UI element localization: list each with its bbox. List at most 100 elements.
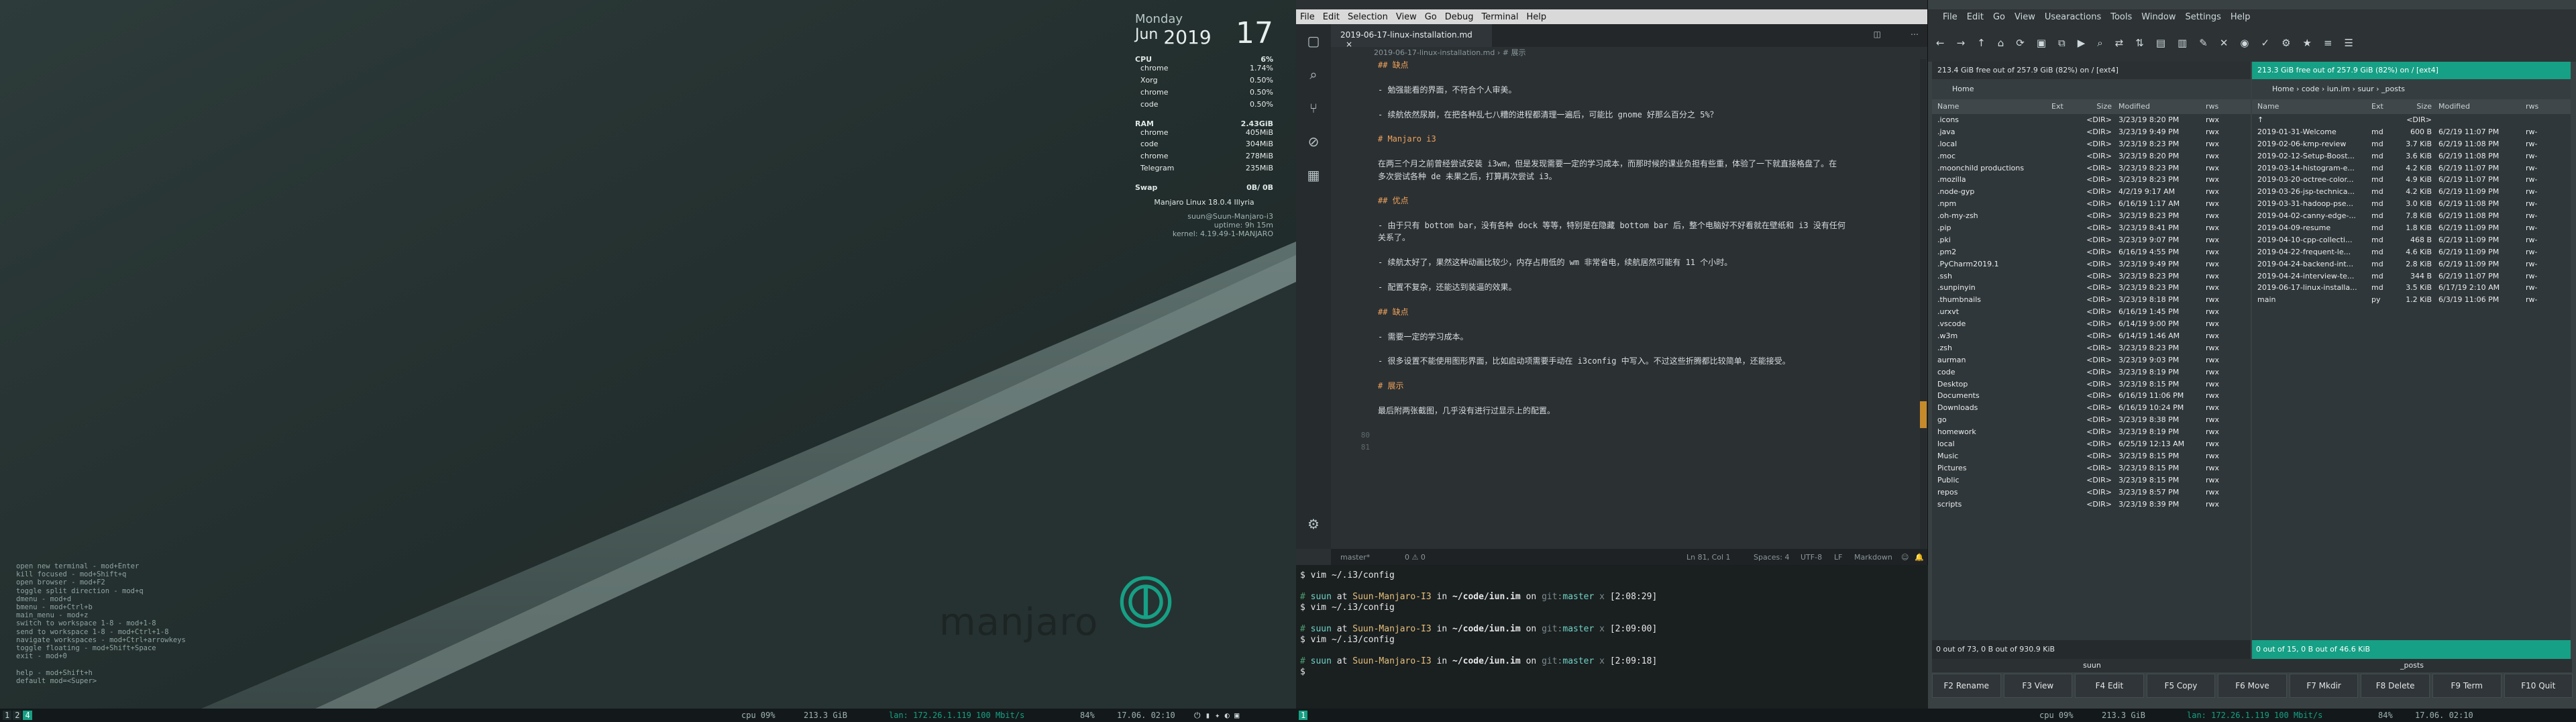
column-header-rws[interactable]: rws xyxy=(2206,99,2239,114)
breadcrumb[interactable]: 2019-06-17-linux-installation.md › # 展示 xyxy=(1331,47,1927,59)
left-drive-info[interactable]: 213.4 GiB free out of 257.9 GiB (82%) on… xyxy=(1932,62,2251,79)
code-line[interactable] xyxy=(1378,393,1915,405)
menu-item-terminal[interactable]: Terminal xyxy=(1482,12,1519,22)
bookmark-icon[interactable]: ★ xyxy=(2303,37,2312,49)
file-row[interactable]: code <DIR> 3/23/19 8:19 PM rwx xyxy=(1932,366,2251,378)
file-row[interactable]: 2019-03-31-hadoop-pse... md 3.0 KiB 6/2/19 … xyxy=(2252,198,2571,210)
code-line[interactable] xyxy=(1378,417,1915,429)
column-header-modified[interactable]: Modified xyxy=(2438,99,2526,114)
fm-menu-help[interactable]: Help xyxy=(2231,12,2251,22)
left-path[interactable]: Home xyxy=(1932,79,2251,99)
code-line[interactable]: - 勉强能看的界面，不符合个人审美。 xyxy=(1378,84,1915,96)
menu-item-selection[interactable]: Selection xyxy=(1348,12,1388,22)
code-line[interactable]: - 很多设置不能使用图形界面，比如启动项需要手动在 i3config 中写入。不… xyxy=(1378,355,1915,367)
code-line[interactable]: - 续航依然尿崩，在把各种乱七八糟的进程都清理一遍后，可能比 gnome 好那么… xyxy=(1378,109,1915,121)
code-line[interactable]: 在两三个月之前曾经尝试安装 i3wm，但是发现需要一定的学习成本，而那时候的课业… xyxy=(1378,158,1915,170)
menu-item-help[interactable]: Help xyxy=(1526,12,1546,22)
menu-item-go[interactable]: Go xyxy=(1425,12,1437,22)
file-row[interactable]: go <DIR> 3/23/19 8:38 PM rwx xyxy=(1932,414,2251,426)
debug-icon[interactable]: ⊘ xyxy=(1296,125,1331,158)
split-editor-icon[interactable]: ◫ xyxy=(1874,30,1881,39)
code-line[interactable] xyxy=(1378,343,1915,355)
file-row[interactable]: ↑ <DIR> xyxy=(2252,114,2571,126)
file-row[interactable]: .urxvt <DIR> 6/16/19 1:45 PM rwx xyxy=(1932,306,2251,318)
compare-icon[interactable]: ⇄ xyxy=(2115,37,2124,49)
code-line[interactable] xyxy=(1378,146,1915,158)
fkey-f6[interactable]: F6 Move xyxy=(2218,674,2287,698)
unpack-icon[interactable]: ▥ xyxy=(2178,37,2187,49)
column-header-size[interactable]: Size xyxy=(2078,99,2118,114)
heading-line[interactable]: # 展示 xyxy=(1378,380,1915,392)
fm-menu-usearactions[interactable]: Usearactions xyxy=(2045,12,2101,22)
workspace-button[interactable]: 2 xyxy=(13,711,22,720)
column-header-name[interactable]: Name xyxy=(2257,99,2371,114)
code-line[interactable] xyxy=(1378,429,1915,442)
code-line[interactable]: 多次尝试各种 de 未果之后，打算再次尝试 i3。 xyxy=(1378,170,1915,183)
vscode-window[interactable]: File Edit Selection View Go Debug Terminal Help… xyxy=(1296,0,1928,565)
file-row[interactable]: 2019-01-31-Welcome md 600 B 6/2/19 11:07 PM… xyxy=(2252,126,2571,138)
code-line[interactable] xyxy=(1378,442,1915,454)
right-drive-info[interactable]: 213.3 GiB free out of 257.9 GiB (82%) on… xyxy=(2252,62,2571,79)
terminal-window[interactable]: $ vim ~/.i3/config # suun at Suun-Manjar… xyxy=(1296,565,1928,709)
file-row[interactable]: 2019-03-14-histogram-e... md 4.2 KiB 6/2/19… xyxy=(2252,162,2571,174)
column-header-name[interactable]: Name xyxy=(1937,99,2051,114)
workspace-switcher-left[interactable]: 124 xyxy=(3,711,34,720)
fm-menu-file[interactable]: File xyxy=(1943,12,1957,22)
file-row[interactable]: 2019-06-17-linux-installa... md 3.5 KiB 6/1… xyxy=(2252,282,2571,294)
fkey-f8[interactable]: F8 Delete xyxy=(2361,674,2430,698)
file-row[interactable]: .w3m <DIR> 6/14/19 1:46 AM rwx xyxy=(1932,330,2251,342)
terminal-icon[interactable]: ▶ xyxy=(2078,37,2086,49)
fkey-f5[interactable]: F5 Copy xyxy=(2146,674,2216,698)
column-header-rws[interactable]: rws xyxy=(2526,99,2559,114)
left-file-list[interactable]: .icons <DIR> 3/23/19 8:20 PM rwx .java <DIR> 3… xyxy=(1932,114,2251,510)
file-row[interactable]: .java <DIR> 3/23/19 9:49 PM rwx xyxy=(1932,126,2251,138)
code-line[interactable]: 关系了。 xyxy=(1378,231,1915,244)
file-row[interactable]: homework <DIR> 3/23/19 8:19 PM rwx xyxy=(1932,426,2251,438)
full-view-icon[interactable]: ☰ xyxy=(2345,37,2353,49)
back-icon[interactable]: ← xyxy=(1936,37,1945,49)
code-line[interactable] xyxy=(1378,121,1915,133)
workspace-button[interactable]: 1 xyxy=(1299,711,1308,720)
more-actions-icon[interactable]: ⋯ xyxy=(1911,30,1919,39)
source-control-icon[interactable]: ⑂ xyxy=(1296,91,1331,125)
workspace-switcher-right[interactable]: 1 xyxy=(1299,711,1308,720)
file-row[interactable]: .moc <DIR> 3/23/19 8:20 PM rwx xyxy=(1932,150,2251,162)
settings-gear-icon[interactable]: ⚙ xyxy=(1296,507,1331,541)
file-row[interactable]: .sunpinyin <DIR> 3/23/19 8:23 PM rwx xyxy=(1932,282,2251,294)
fm-menu-settings[interactable]: Settings xyxy=(2186,12,2221,22)
search-icon[interactable]: ⌕ xyxy=(2097,37,2102,49)
file-row[interactable]: .local <DIR> 3/23/19 8:23 PM rwx xyxy=(1932,138,2251,150)
smiley-icon[interactable]: ☺ xyxy=(1901,553,1909,562)
fm-menu-window[interactable]: Window xyxy=(2141,12,2176,22)
file-row[interactable]: .node-gyp <DIR> 4/2/19 9:17 AM rwx xyxy=(1932,186,2251,198)
fkey-f2[interactable]: F2 Rename xyxy=(1932,674,2001,698)
menu-item-view[interactable]: View xyxy=(1396,12,1417,22)
heading-line[interactable]: # Manjaro i3 xyxy=(1378,133,1915,145)
edit-icon[interactable]: ✎ xyxy=(2199,37,2208,49)
file-row[interactable]: Music <DIR> 3/23/19 8:15 PM rwx xyxy=(1932,450,2251,462)
encoding[interactable]: UTF-8 xyxy=(1801,553,1822,562)
file-row[interactable]: .oh-my-zsh <DIR> 3/23/19 8:23 PM rwx xyxy=(1932,210,2251,222)
double-commander-window[interactable]: File Edit Go View Usearactions Tools Window Set… xyxy=(1928,0,2576,709)
file-row[interactable]: 2019-03-20-octree-color... md 4.9 KiB 6/2/1… xyxy=(2252,174,2571,186)
scrollbar[interactable] xyxy=(1920,59,1927,549)
left-panel[interactable]: 213.4 GiB free out of 257.9 GiB (82%) on… xyxy=(1932,62,2251,659)
file-row[interactable]: 2019-04-10-cpp-collecti... md 468 B 6/2/19 … xyxy=(2252,234,2571,246)
settings-icon[interactable]: ⚙ xyxy=(2282,37,2290,49)
file-row[interactable]: 2019-04-24-interview-te... md 344 B 6/2/19 … xyxy=(2252,270,2571,282)
file-row[interactable]: main py 1.2 KiB 6/3/19 11:06 PM rw- xyxy=(2252,294,2571,306)
bell-icon[interactable]: 🔔 xyxy=(1915,553,1924,562)
file-row[interactable]: Documents <DIR> 6/16/19 11:06 PM rwx xyxy=(1932,390,2251,402)
fkey-f7[interactable]: F7 Mkdir xyxy=(2289,674,2359,698)
forward-icon[interactable]: → xyxy=(1957,37,1966,49)
file-row[interactable]: 2019-02-12-Setup-Boost... md 3.6 KiB 6/2/19… xyxy=(2252,150,2571,162)
fkey-f10[interactable]: F10 Quit xyxy=(2504,674,2573,698)
delete-icon[interactable]: ✕ xyxy=(2220,37,2229,49)
file-row[interactable]: .mozilla <DIR> 3/23/19 8:23 PM rwx xyxy=(1932,174,2251,186)
file-row[interactable]: Pictures <DIR> 3/23/19 8:15 PM rwx xyxy=(1932,462,2251,474)
explorer-icon[interactable]: ▢ xyxy=(1296,24,1331,58)
fkey-f9[interactable]: F9 Term xyxy=(2432,674,2502,698)
code-line[interactable]: 最后附两张截图，几乎没有进行过显示上的配置。 xyxy=(1378,405,1915,417)
fkey-f3[interactable]: F3 View xyxy=(2003,674,2073,698)
code-line[interactable]: - 配置不复杂，还能达到装逼的效果。 xyxy=(1378,281,1915,293)
